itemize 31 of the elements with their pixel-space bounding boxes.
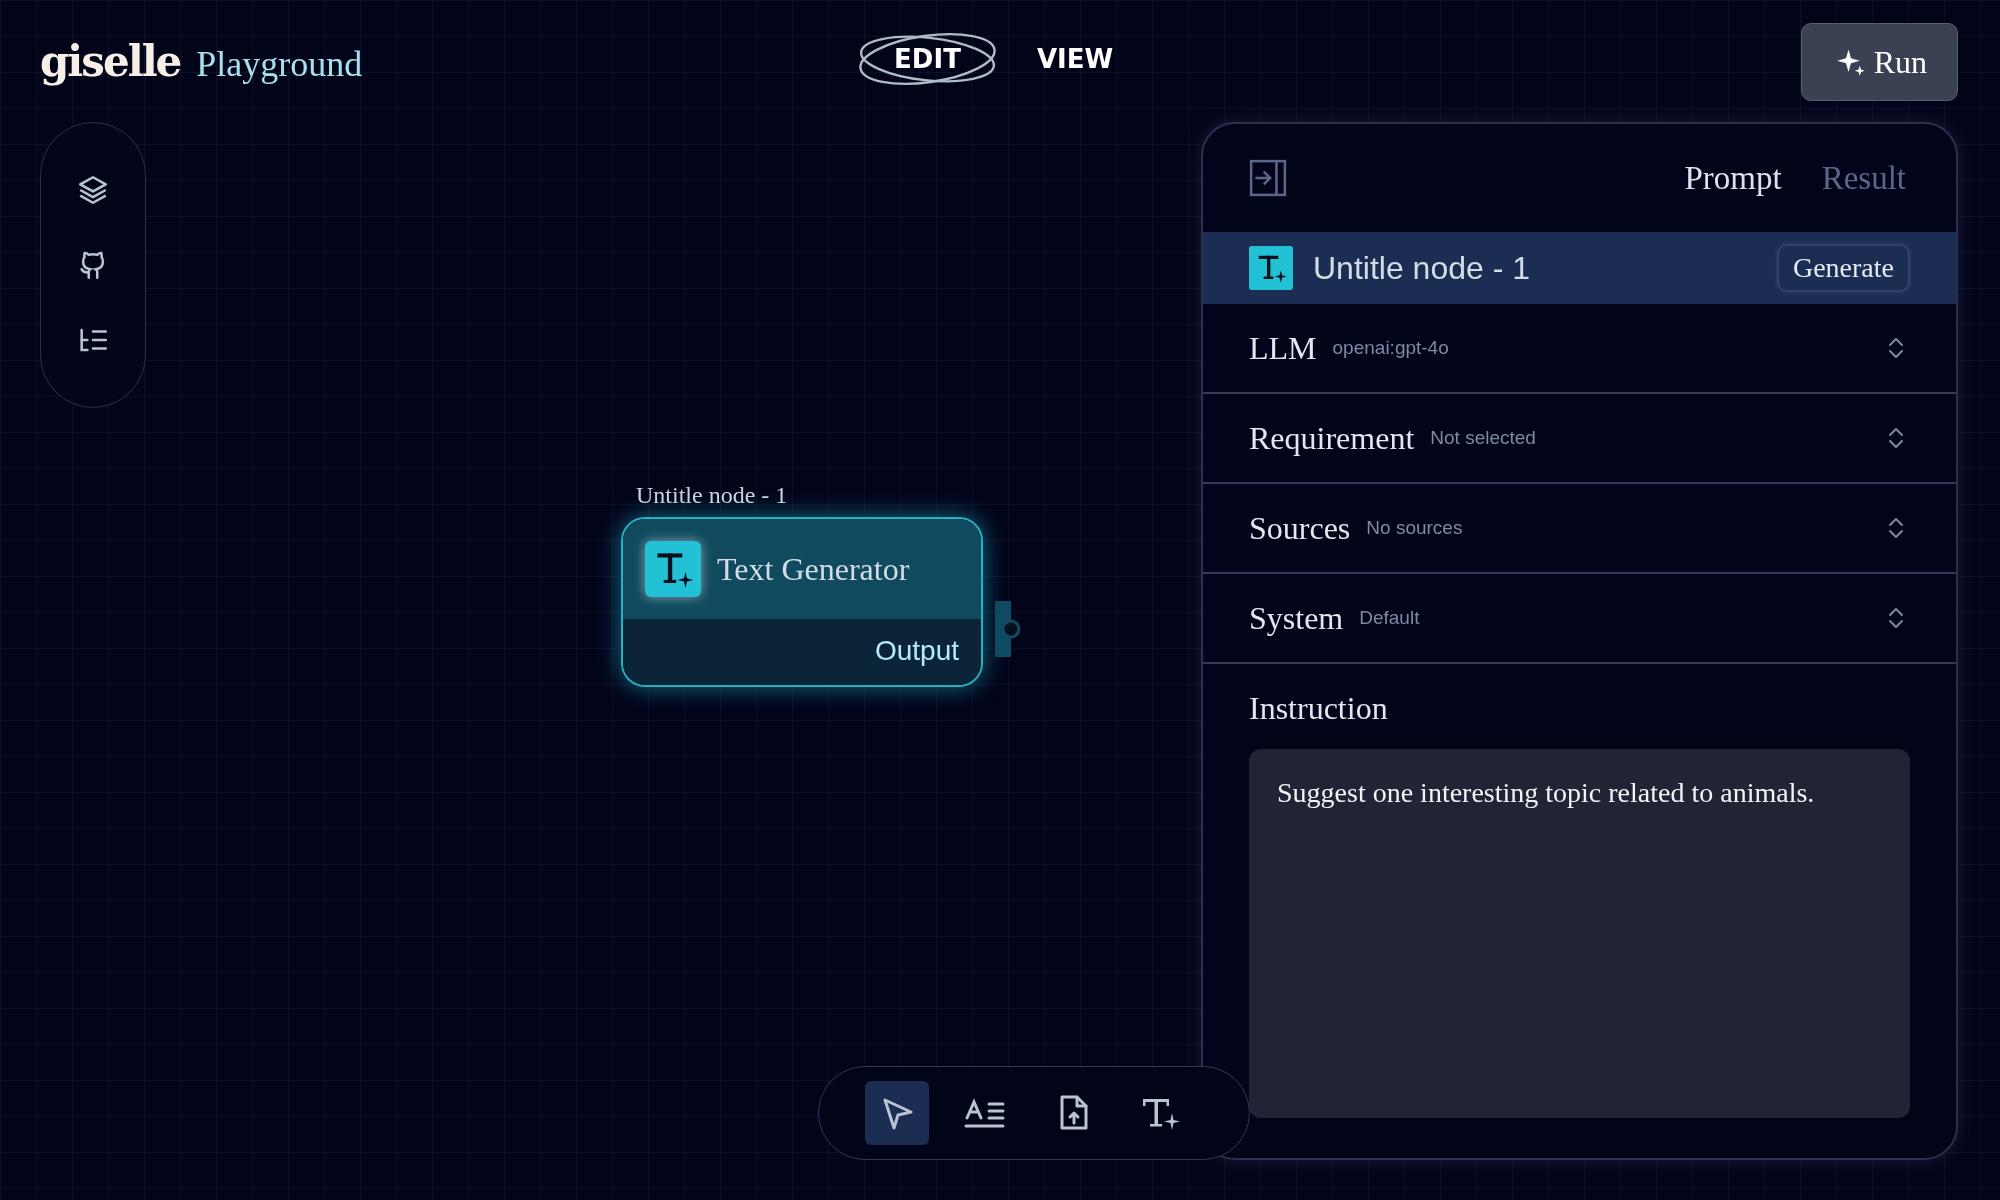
setting-row[interactable]: Sources No sources <box>1203 484 1956 574</box>
instruction-field[interactable]: Suggest one interesting topic related to animals. <box>1249 749 1910 1118</box>
setting-row[interactable]: System Default <box>1203 574 1956 664</box>
text-sparkle-icon <box>1249 246 1293 290</box>
setting-value: Not selected <box>1430 427 1537 449</box>
run-button[interactable]: Run <box>1800 23 1958 101</box>
setting-label: LLM <box>1249 329 1317 367</box>
setting-label: Requirement <box>1249 419 1415 457</box>
setting-value: No sources <box>1366 517 1464 539</box>
node-name: Text Generator <box>717 550 910 588</box>
setting-label: System <box>1249 599 1344 637</box>
output-label: Output <box>874 635 959 667</box>
setting-row[interactable]: LLM openai:gpt-4o <box>1203 304 1956 394</box>
setting-value: openai:gpt-4o <box>1332 337 1450 359</box>
panel-tab[interactable]: Result <box>1821 159 1906 197</box>
setting-row[interactable]: Requirement Not selected <box>1203 394 1956 484</box>
instruction-label: Instruction <box>1249 690 1389 727</box>
generate-button[interactable]: Generate <box>1776 244 1910 292</box>
select-tool[interactable] <box>865 1081 929 1145</box>
node-title: Untitle node - 1 <box>1313 249 1531 287</box>
collapse-panel-icon[interactable] <box>1249 159 1287 197</box>
product-name: Playground <box>196 42 363 85</box>
panel-tab[interactable]: Prompt <box>1684 159 1782 197</box>
node-title: Untitle node - 1 <box>636 482 789 509</box>
logo-wordmark: giselle <box>40 36 181 86</box>
mode-tab[interactable]: VIEW <box>1030 24 1120 94</box>
text-generator-node[interactable]: Text Generator Output <box>621 517 983 687</box>
setting-label: Sources <box>1249 509 1351 547</box>
setting-value: Default <box>1359 607 1421 629</box>
sparkle-icon <box>1835 47 1866 77</box>
text-sparkle-icon <box>645 541 701 597</box>
